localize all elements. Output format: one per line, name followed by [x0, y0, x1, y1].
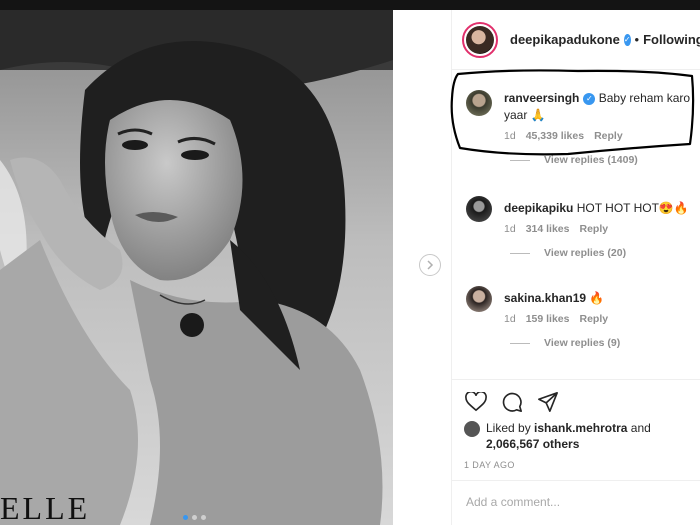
view-replies-label: View replies (1409): [544, 154, 638, 166]
author-avatar[interactable]: [462, 21, 498, 58]
post-actions: Liked by ishank.mehrotra and 2,066,567 o…: [452, 379, 700, 470]
verified-icon: ✓: [583, 92, 596, 105]
next-photo-button[interactable]: [419, 254, 441, 276]
comment-likes[interactable]: 314 likes: [526, 223, 570, 235]
comment-button[interactable]: [500, 390, 524, 414]
carousel-dot-1: [183, 515, 188, 520]
post-details-panel: deepikapadukone ✓ • Following ranveersin…: [451, 10, 700, 525]
photo-illustration: [0, 10, 393, 525]
liked-by: Liked by ishank.mehrotra and 2,066,567 o…: [464, 420, 689, 452]
commenter-avatar[interactable]: [466, 196, 492, 222]
liker-username[interactable]: ishank.mehrotra: [534, 421, 627, 435]
add-comment-bar: [452, 480, 700, 525]
liked-by-joiner: and: [630, 421, 651, 435]
liked-by-prefix: Liked by: [486, 421, 531, 435]
comment-text: 🔥: [589, 291, 605, 305]
screenshot-frame: ELLE deepikapadukone ✓ • Following ranve…: [0, 0, 700, 525]
liked-by-text: Liked by ishank.mehrotra and 2,066,567 o…: [486, 420, 651, 452]
comment-meta: 1d 159 likes Reply: [504, 313, 696, 325]
view-replies-button[interactable]: View replies (9): [510, 337, 696, 349]
comment-body: sakina.khan19 🔥: [504, 286, 696, 307]
carousel-dot-3: [201, 515, 206, 520]
liker-avatar[interactable]: [464, 421, 480, 437]
comment-age: 1d: [504, 130, 516, 142]
commenter-avatar[interactable]: [466, 286, 492, 312]
commenter-username[interactable]: sakina.khan19: [504, 291, 586, 305]
comment-meta: 1d 45,339 likes Reply: [504, 130, 696, 142]
post-timestamp[interactable]: 1 DAY AGO: [464, 460, 689, 470]
comment-body: deepikapiku HOT HOT HOT😍🔥: [504, 196, 696, 217]
comment-meta: 1d 314 likes Reply: [504, 223, 696, 235]
comment-icon: [502, 392, 522, 412]
comment-item: sakina.khan19 🔥 1d 159 likes Reply View …: [466, 286, 696, 349]
comment-age: 1d: [504, 313, 516, 325]
commenter-username[interactable]: ranveersingh: [504, 91, 579, 105]
post-header: deepikapadukone ✓ • Following: [452, 10, 700, 70]
share-button[interactable]: [536, 390, 560, 414]
comment-text: HOT HOT HOT😍🔥: [576, 201, 689, 215]
carousel-dots: [183, 515, 206, 520]
view-replies-button[interactable]: View replies (1409): [510, 154, 696, 166]
action-icons: [464, 390, 689, 414]
header-dot-separator: •: [634, 32, 640, 47]
carousel-dot-2: [192, 515, 197, 520]
reply-button[interactable]: Reply: [579, 313, 608, 325]
next-arrow-icon: [427, 260, 434, 270]
share-icon: [538, 392, 558, 412]
likes-count[interactable]: 2,066,567 others: [486, 437, 579, 451]
magazine-watermark: ELLE: [0, 490, 91, 525]
view-replies-label: View replies (9): [544, 337, 621, 349]
view-replies-label: View replies (20): [544, 247, 627, 259]
comment-age: 1d: [504, 223, 516, 235]
view-replies-button[interactable]: View replies (20): [510, 247, 696, 259]
author-username[interactable]: deepikapadukone: [510, 32, 620, 47]
reply-button[interactable]: Reply: [579, 223, 608, 235]
comment-body: ranveersingh ✓ Baby reham karo yaar 🙏: [504, 90, 696, 124]
post-photo[interactable]: ELLE: [0, 10, 393, 525]
like-button[interactable]: [464, 390, 488, 414]
verified-icon: ✓: [623, 33, 631, 46]
top-bar: [0, 0, 700, 10]
comment-likes[interactable]: 45,339 likes: [526, 130, 584, 142]
add-comment-input[interactable]: [466, 495, 687, 509]
comment-item: ranveersingh ✓ Baby reham karo yaar 🙏 1d …: [466, 90, 696, 166]
commenter-avatar[interactable]: [466, 90, 492, 116]
reply-button[interactable]: Reply: [594, 130, 623, 142]
heart-icon: [465, 392, 487, 412]
commenter-username[interactable]: deepikapiku: [504, 201, 573, 215]
follow-button[interactable]: Following: [643, 32, 700, 47]
comment-likes[interactable]: 159 likes: [526, 313, 570, 325]
comment-item: deepikapiku HOT HOT HOT😍🔥 1d 314 likes R…: [466, 196, 696, 259]
